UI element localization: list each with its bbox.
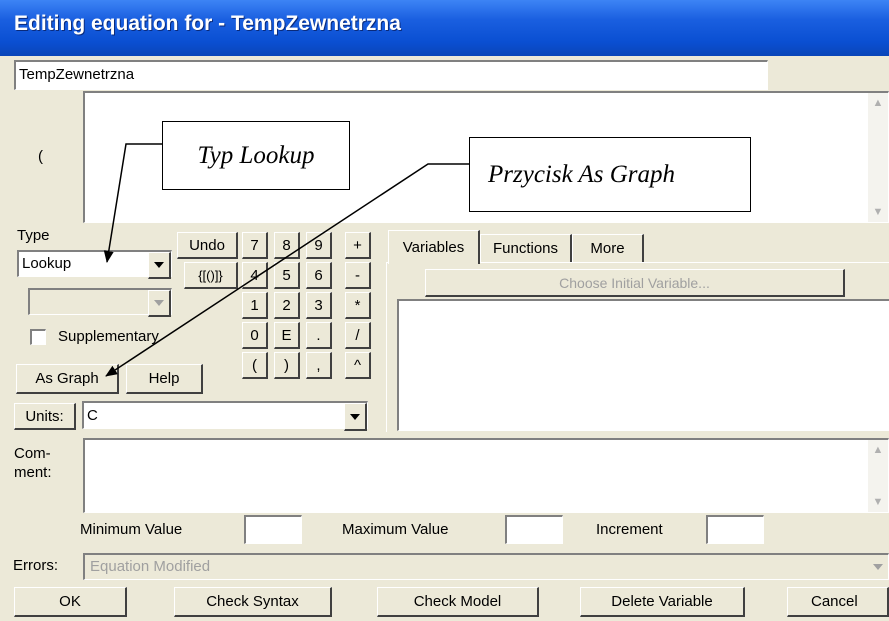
annotation-arrows xyxy=(103,143,469,377)
callout-leader-as-graph xyxy=(105,163,469,377)
equation-editor-window: Editing equation for - TempZewnetrzna Te… xyxy=(0,0,889,621)
callout-leader-typ-lookup xyxy=(103,143,162,263)
tab-variables[interactable]: Variables xyxy=(388,230,480,264)
